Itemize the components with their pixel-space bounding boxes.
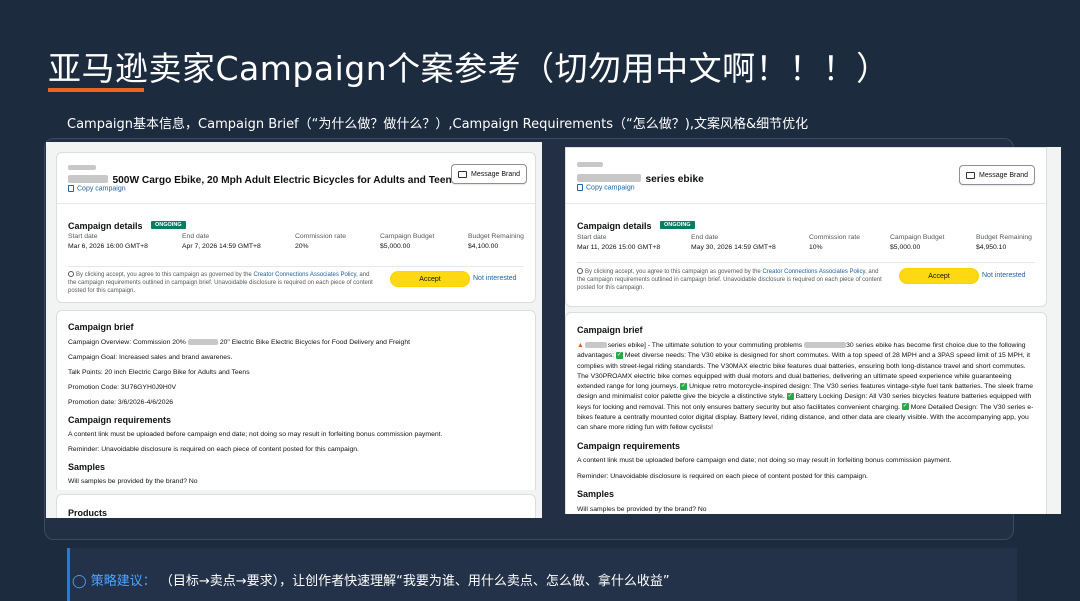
samples-text: Will samples be provided by the brand? N… (68, 478, 198, 485)
end-date: End date Apr 7, 2026 14:59 GMT+8 (182, 233, 261, 250)
promotion-date: Promotion date: 3/6/2026-4/6/2026 (68, 399, 174, 406)
copy-campaign-link[interactable]: Copy campaign (68, 185, 126, 192)
commission-rate: Commission rate 10% (809, 234, 860, 251)
budget-remaining: Budget Remaining $4,950.10 (976, 234, 1032, 251)
message-icon (458, 170, 467, 178)
campaign-details-heading: Campaign details (577, 221, 652, 231)
accept-button[interactable]: Accept (899, 268, 979, 284)
not-interested-link[interactable]: Not interested (982, 272, 1026, 279)
requirement-content-link: A content link must be uploaded before c… (577, 457, 952, 464)
slide-title: 亚马逊卖家Campaign个案参考（切勿用中文啊！！！） (48, 49, 890, 88)
end-date: End date May 30, 2026 14:59 GMT+8 (691, 234, 776, 251)
campaign-brief-heading: Campaign brief (68, 322, 134, 332)
campaign-goal: Campaign Goal: Increased sales and brand… (68, 354, 233, 361)
left-campaign-screenshot: 500W Cargo Ebike, 20 Mph Adult Electric … (46, 142, 542, 518)
samples-heading: Samples (577, 489, 615, 499)
copy-icon (577, 184, 583, 191)
right-campaign-screenshot: series ebike Copy campaign Message Brand… (565, 147, 1061, 514)
message-brand-button[interactable]: Message Brand (959, 165, 1036, 185)
strategy-tip: ◯ 策略建议： （目标→卖点→要求），让创作者快速理解“我要为谁、用什么卖点、怎… (72, 570, 670, 589)
campaign-details-heading: Campaign details (68, 221, 143, 231)
promotion-code: Promotion Code: 3U76GYH0J9H0V (68, 384, 177, 391)
check-icon: ✓ (901, 403, 909, 411)
info-icon (68, 271, 74, 278)
products-heading: Products (68, 508, 108, 518)
requirement-content-link: A content link must be uploaded before c… (68, 431, 443, 438)
info-icon (577, 268, 583, 275)
campaign-header-card: 500W Cargo Ebike, 20 Mph Adult Electric … (56, 152, 536, 303)
check-icon: ✓ (615, 352, 623, 359)
campaign-brief-text: ▲ series ebike] - The ultimate solution t… (577, 342, 1034, 432)
redacted-brand (577, 162, 603, 168)
check-icon: ✓ (786, 393, 794, 401)
not-interested-link[interactable]: Not interested (473, 275, 517, 282)
message-brand-button[interactable]: Message Brand (451, 164, 528, 184)
products-card: Products (56, 494, 536, 518)
copy-campaign-link[interactable]: Copy campaign (577, 184, 635, 191)
start-date: Start date Mar 11, 2026 15:00 GMT+8 (577, 234, 661, 251)
slide-subtitle: Campaign基本信息，Campaign Brief（“为什么做？做什么？）,… (67, 117, 809, 132)
campaign-overview: Campaign Overview: Commission 20% 20" Ele… (68, 339, 411, 346)
policy-link[interactable]: Creator Connections Associates Policy (253, 272, 356, 278)
commission-rate: Commission rate 20% (295, 233, 346, 250)
fire-icon: ▲ (577, 342, 584, 349)
budget-remaining: Budget Remaining $4,100.00 (468, 233, 524, 250)
product-title: 500W Cargo Ebike, 20 Mph Adult Electric … (112, 175, 458, 186)
campaign-requirements-heading: Campaign requirements (68, 415, 172, 425)
divider (57, 203, 535, 204)
status-badge: ONGOING (659, 220, 695, 229)
campaign-requirements-heading: Campaign requirements (577, 441, 681, 451)
status-badge: ONGOING (150, 220, 186, 229)
requirement-disclosure: Reminder: Unavoidable disclosure is requ… (577, 473, 868, 480)
campaign-budget: Campaign Budget $5,000.00 (380, 233, 435, 250)
campaign-header-card: series ebike Copy campaign Message Brand… (565, 147, 1047, 307)
campaign-budget: Campaign Budget $5,000.00 (890, 234, 945, 251)
redacted-brand-name (68, 174, 108, 183)
samples-text: Will samples be provided by the brand? N… (577, 506, 707, 513)
accept-button[interactable]: Accept (390, 271, 470, 287)
start-date: Start date Mar 6, 2026 16:00 GMT+8 (68, 233, 148, 250)
talk-points: Talk Points: 20 inch Electric Cargo Bike… (68, 369, 250, 376)
campaign-brief-card: Campaign brief ▲ series ebike] - The ulti… (565, 312, 1047, 514)
divider (68, 266, 524, 267)
tip-label: 策略建议： (90, 574, 156, 589)
message-icon (966, 171, 975, 179)
campaign-brief-heading: Campaign brief (577, 325, 643, 335)
lightbulb-icon: ◯ (72, 574, 87, 589)
policy-link[interactable]: Creator Connections Associates Policy (762, 269, 865, 275)
tip-text: （目标→卖点→要求），让创作者快速理解“我要为谁、用什么卖点、怎么做、拿什么收益… (159, 574, 670, 589)
divider (577, 262, 1035, 263)
campaign-brief-card: Campaign brief Campaign Overview: Commis… (56, 310, 536, 518)
product-title: series ebike (645, 174, 704, 185)
copy-icon (68, 185, 74, 192)
check-icon: ✓ (680, 382, 688, 390)
accept-disclaimer: By clicking accept, you agree to this ca… (68, 271, 373, 294)
samples-heading: Samples (68, 462, 106, 472)
requirement-disclosure: Reminder: Unavoidable disclosure is requ… (68, 446, 359, 453)
divider (566, 203, 1046, 204)
accept-disclaimer: By clicking accept, you agree to this ca… (577, 268, 882, 291)
title-underline (48, 88, 144, 92)
redacted-brand-name (577, 173, 641, 182)
